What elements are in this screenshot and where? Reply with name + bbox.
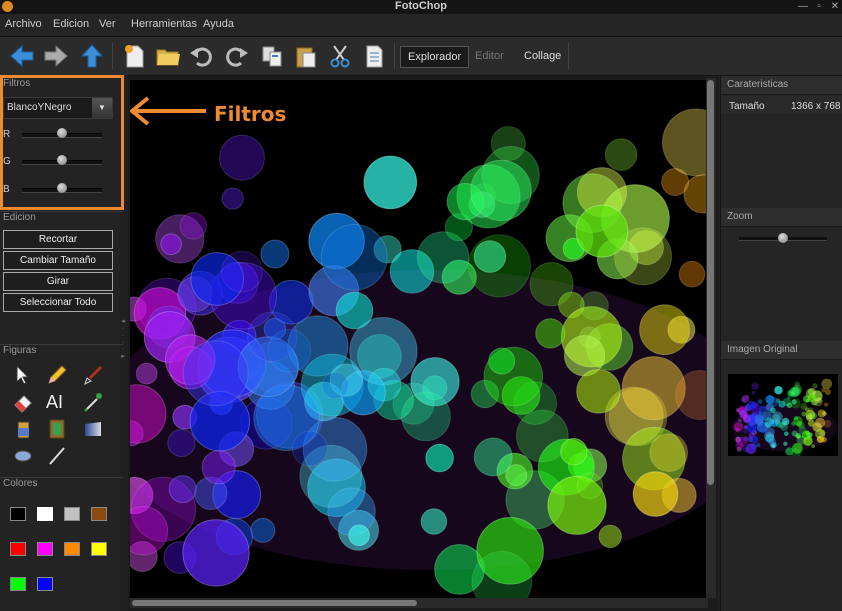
new-file-icon[interactable] [120,42,148,70]
undo-icon[interactable] [188,42,216,70]
redo-icon[interactable] [222,42,250,70]
edicion-header: Edicion [0,211,123,226]
color-swatch[interactable] [37,542,53,556]
original-image-thumbnail [728,374,838,456]
zoom-slider-handle[interactable] [778,233,788,243]
toolbar-separator [394,43,395,69]
copy-icon[interactable] [258,42,286,70]
imagen-original-header: Imagen Original [721,341,842,360]
color-swatch[interactable] [91,507,107,521]
girar-button[interactable]: Girar [3,272,113,291]
property-value: 1366 x 768 [791,101,841,112]
vertical-scrollbar-thumb[interactable] [707,80,714,485]
color-swatch[interactable] [10,542,26,556]
color-swatch[interactable] [64,542,80,556]
caracteristicas-header: Carateristicas [721,76,842,95]
right-panel: Carateristicas Tamaño 1366 x 768 Zoom Im… [720,76,842,611]
panel-splitter-handle[interactable]: ◂ · · · · ▸ [120,318,126,368]
line-icon[interactable] [46,445,68,467]
back-arrow-icon[interactable] [8,42,36,70]
color-swatch[interactable] [64,507,80,521]
dropper-icon[interactable] [82,391,104,413]
tab-editor[interactable]: Editor [468,46,511,66]
brush-icon[interactable] [82,364,104,386]
toolbar-separator [112,43,113,69]
property-label: Tamaño [729,101,765,112]
ellipse-icon[interactable] [12,445,34,467]
canvas-area [128,76,718,611]
tab-explorador[interactable]: Explorador [400,46,470,68]
window-title: FotoChop [395,0,447,12]
image-canvas[interactable] [130,80,708,599]
menu-ver[interactable]: Ver [99,18,116,30]
toolbar: Explorador Editor Collage [0,37,842,76]
color-swatch[interactable] [91,542,107,556]
frame-icon[interactable] [46,418,68,440]
title-bar: FotoChop — ▫ ✕ [0,0,842,14]
color-swatch[interactable] [37,507,53,521]
paste-icon[interactable] [292,42,320,70]
menu-edicion[interactable]: Edicion [53,18,89,30]
toolbar-separator [568,43,569,69]
cambiar-tamano-button[interactable]: Cambiar Tamaño [3,251,113,270]
cursor-icon[interactable] [12,364,34,386]
up-arrow-icon[interactable] [78,42,106,70]
color-swatch[interactable] [37,577,53,591]
horizontal-scrollbar-thumb[interactable] [132,600,417,606]
menu-ayuda[interactable]: Ayuda [203,18,234,30]
seleccionar-todo-button[interactable]: Seleccionar Todo [3,293,113,312]
annotation-highlight-box [0,75,124,210]
paint-bucket-icon[interactable] [12,418,34,440]
figuras-header: Figuras [0,344,123,359]
tab-collage[interactable]: Collage [517,46,568,66]
vertical-scrollbar[interactable] [706,78,716,598]
annotation-label: Filtros [214,102,287,126]
open-folder-icon[interactable] [154,42,182,70]
pencil-icon[interactable] [46,364,68,386]
recortar-button[interactable]: Recortar [3,230,113,249]
horizontal-scrollbar[interactable] [130,598,708,608]
color-swatch[interactable] [10,507,26,521]
forward-arrow-icon[interactable] [42,42,70,70]
annotation-arrow-icon [130,96,206,125]
colores-header: Colores [0,477,123,492]
document-icon[interactable] [360,42,388,70]
eraser-icon[interactable] [12,391,34,413]
menu-bar: Archivo Edicion Ver Herramientas Ayuda [0,14,842,37]
close-icon[interactable]: ✕ [828,0,842,13]
maximize-icon[interactable]: ▫ [812,0,826,13]
color-swatch[interactable] [10,577,26,591]
gradient-icon[interactable] [82,418,104,440]
minimize-icon[interactable]: — [796,0,810,13]
text-tool-icon[interactable]: AI [46,391,68,413]
property-row: Tamaño 1366 x 768 [721,96,842,114]
menu-archivo[interactable]: Archivo [5,18,42,30]
zoom-header: Zoom [721,208,842,227]
menu-herramientas[interactable]: Herramientas [131,18,197,30]
cut-icon[interactable] [326,42,354,70]
